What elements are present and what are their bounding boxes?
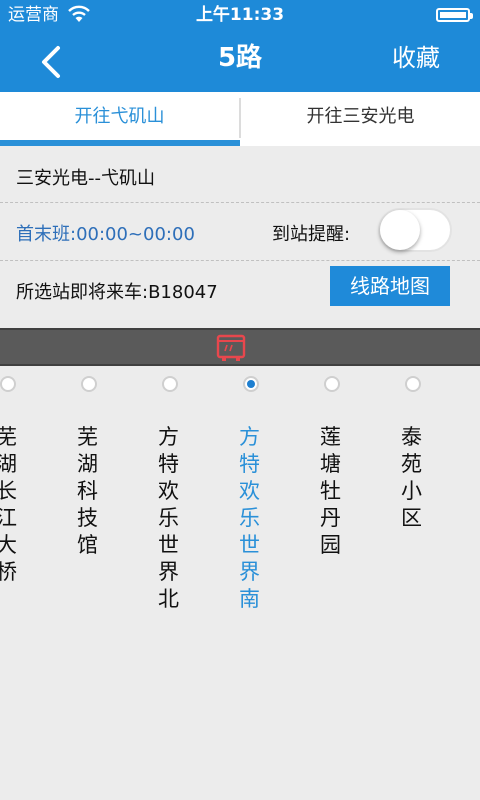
stop-name: 芜湖长江大桥: [0, 425, 17, 584]
stop-radio[interactable]: [324, 376, 340, 392]
stop-item[interactable]: 泰苑小区: [373, 376, 453, 636]
route-endpoints: 三安光电--弋矶山: [16, 168, 155, 189]
stop-name: 莲塘牡丹园: [320, 425, 341, 557]
stop-name: 方特欢乐世界北: [158, 425, 179, 611]
stop-radio[interactable]: [405, 376, 421, 392]
nav-bar: 5路 收藏: [0, 30, 480, 92]
divider: [0, 260, 480, 261]
tab-to-yijishan[interactable]: 开往弋矶山: [0, 92, 239, 146]
stop-item[interactable]: 芜湖长江大桥: [0, 376, 48, 636]
stop-radio[interactable]: [162, 376, 178, 392]
route-info: 三安光电--弋矶山 首末班:00:00~00:00 到站提醒: 所选站即将来车:…: [0, 146, 480, 318]
favorite-button[interactable]: 收藏: [392, 42, 440, 74]
battery-icon: [436, 8, 473, 22]
bus-route-screen: 运营商 上午11:33 5路 收藏 开往弋矶山 开往三安光电 三安光电--弋矶山…: [0, 0, 480, 800]
stop-name: 泰苑小区: [401, 425, 422, 530]
stop-radio[interactable]: [81, 376, 97, 392]
status-bar: 运营商 上午11:33: [0, 0, 480, 30]
bus-icon[interactable]: [216, 334, 246, 362]
divider: [0, 202, 480, 203]
stop-item-selected[interactable]: 方特欢乐世界南: [211, 376, 291, 636]
tab-to-sanan-optoelectronics[interactable]: 开往三安光电: [241, 92, 480, 146]
arrival-reminder-label: 到站提醒:: [272, 224, 351, 245]
top-bar: 运营商 上午11:33 5路 收藏: [0, 0, 480, 92]
stop-radio[interactable]: [0, 376, 16, 392]
stop-item[interactable]: 莲塘牡丹园: [292, 376, 372, 636]
toggle-knob: [380, 210, 420, 250]
direction-tabs: 开往弋矶山 开往三安光电: [0, 92, 480, 146]
status-time: 上午11:33: [195, 5, 285, 25]
stop-item[interactable]: 芜湖科技馆: [49, 376, 129, 636]
stop-radio-selected[interactable]: [243, 376, 259, 392]
stop-name: 方特欢乐世界南: [239, 425, 260, 611]
stop-item[interactable]: 方特欢乐世界北: [130, 376, 210, 636]
stop-name: 芜湖科技馆: [77, 425, 98, 557]
arrival-reminder-toggle[interactable]: [378, 208, 452, 252]
route-map-button[interactable]: 线路地图: [330, 266, 450, 306]
